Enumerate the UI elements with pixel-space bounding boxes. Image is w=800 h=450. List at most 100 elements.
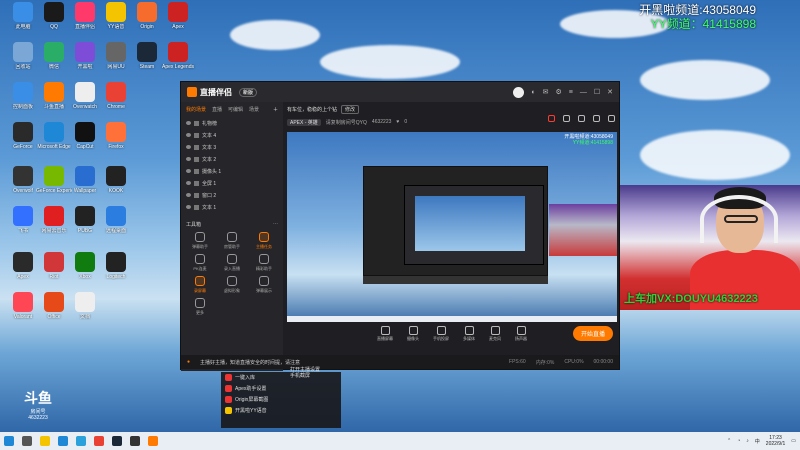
source-row[interactable]: 礼物榜 <box>181 117 283 129</box>
source-row[interactable]: 摄像头 1 <box>181 165 283 177</box>
lock-icon[interactable] <box>194 192 199 198</box>
source-row[interactable]: 全屏 1 <box>181 177 283 189</box>
tool-item[interactable]: 精彩助手 <box>249 254 279 272</box>
search-icon[interactable] <box>22 436 32 446</box>
eye-icon[interactable] <box>186 157 191 161</box>
eye-icon[interactable] <box>186 145 191 149</box>
lock-icon[interactable] <box>194 132 199 138</box>
eye-icon[interactable] <box>186 193 191 197</box>
message-icon[interactable]: ✉ <box>543 88 549 96</box>
desktop-icon[interactable]: 文档 <box>67 292 103 320</box>
record-icon[interactable] <box>548 115 555 122</box>
desktop-icon[interactable]: Firefox <box>98 122 134 150</box>
source-row[interactable]: 文本 4 <box>181 129 283 141</box>
tool-item[interactable]: 虚拟形象 <box>217 276 247 294</box>
douyu-taskbar-icon[interactable] <box>148 436 158 446</box>
popup-item-label: 开黑啦YY语音 <box>235 408 267 414</box>
desktop-icon[interactable]: Apex Legends <box>160 42 196 70</box>
obs-icon[interactable] <box>130 436 140 446</box>
skin-icon[interactable]: ◐ <box>531 89 535 96</box>
tool-label: 录入直播 <box>224 266 240 271</box>
desktop-icon[interactable]: Logitech <box>98 252 134 280</box>
chrome-taskbar-icon[interactable] <box>94 436 104 446</box>
eye-icon[interactable] <box>186 169 191 173</box>
tab-my-scene[interactable]: 我的场景 <box>186 106 206 113</box>
desktop-icon[interactable]: Chrome <box>98 82 134 110</box>
lock-icon[interactable] <box>563 115 570 122</box>
source-row[interactable]: 文本 1 <box>181 201 283 213</box>
screen-capture-button[interactable]: 直播屏幕 <box>377 326 393 342</box>
popup-side-item[interactable]: 手机截屏 <box>290 372 310 379</box>
windows-start-icon[interactable] <box>4 436 14 446</box>
avatar[interactable] <box>513 86 525 98</box>
settings-icon[interactable]: ⚙ <box>555 88 561 96</box>
tool-item[interactable]: 录屏幕 <box>185 276 215 294</box>
minimize-icon[interactable]: — <box>580 89 587 96</box>
media-button[interactable]: 多媒体 <box>463 326 475 342</box>
microphone-button[interactable]: 麦克风 <box>489 326 501 342</box>
eye-icon[interactable] <box>186 205 191 209</box>
tab-scene[interactable]: 场景 <box>249 106 259 113</box>
tab-live[interactable]: 直播 <box>212 106 222 113</box>
input-language[interactable]: 中 <box>755 438 760 445</box>
stream-preview[interactable]: 开黑啦频道:43058049 YY频道:41415898 <box>287 132 617 322</box>
popup-item[interactable]: Origin屏幕截图 <box>221 394 341 405</box>
lock-icon[interactable] <box>194 156 199 162</box>
tool-item[interactable]: 主播任务 <box>249 232 279 250</box>
popup-item[interactable]: 一键入库 <box>221 372 341 383</box>
tool-item[interactable]: PK连麦 <box>185 254 215 272</box>
lock-icon[interactable] <box>194 180 199 186</box>
volume-icon[interactable]: ♪ <box>746 438 749 444</box>
lock-icon[interactable] <box>194 144 199 150</box>
tray-up-icon[interactable]: ⌃ <box>727 438 731 444</box>
close-icon[interactable]: ✕ <box>607 88 613 96</box>
notification-icon[interactable]: ▭ <box>791 438 796 444</box>
lock-icon[interactable] <box>194 168 199 174</box>
screenshot-icon[interactable] <box>578 115 585 122</box>
tool-item[interactable]: 弹幕展示 <box>249 276 279 294</box>
telegram-icon[interactable] <box>76 436 86 446</box>
tool-item[interactable]: 更多 <box>185 298 215 316</box>
desktop-icon[interactable]: KOOK <box>98 166 134 194</box>
live-icon <box>75 2 95 22</box>
bell-icon[interactable] <box>593 115 600 122</box>
tool-item[interactable]: 房管助手 <box>217 232 247 250</box>
live-streaming-app-window[interactable]: 直播伴侣 新版 ◐ ✉ ⚙ ≡ — ☐ ✕ 我的场景 直播 可编辑 场景 ＋ 礼… <box>180 81 620 371</box>
tool-icon <box>259 232 269 242</box>
tool-icon <box>227 254 237 264</box>
camera-button[interactable]: 摄像头 <box>407 326 419 342</box>
capcut-icon <box>75 122 95 142</box>
desktop-icon[interactable]: 远程桌面 <box>98 206 134 234</box>
phone-mirror-button[interactable]: 手机投屏 <box>433 326 449 342</box>
edge-taskbar-icon[interactable] <box>58 436 68 446</box>
edit-title-button[interactable]: 修改 <box>341 104 360 114</box>
tab-editable[interactable]: 可编辑 <box>228 106 243 113</box>
lock-icon[interactable] <box>194 120 199 126</box>
clock[interactable]: 17:23 2022/9/1 <box>766 435 785 447</box>
popup-item-label: 一键入库 <box>235 375 256 381</box>
tool-item[interactable]: 录入直播 <box>217 254 247 272</box>
menu-icon[interactable]: ≡ <box>569 89 573 96</box>
popup-item[interactable]: Apex助手设置 <box>221 383 341 394</box>
desktop-icon[interactable]: Apex <box>160 2 196 30</box>
eye-icon[interactable] <box>186 121 191 125</box>
share-icon[interactable] <box>608 115 615 122</box>
eye-icon[interactable] <box>186 181 191 185</box>
lock-icon[interactable] <box>194 204 199 210</box>
source-row[interactable]: 文本 2 <box>181 153 283 165</box>
maximize-icon[interactable]: ☐ <box>594 88 600 96</box>
steam-taskbar-icon[interactable] <box>112 436 122 446</box>
popup-item[interactable]: 开黑啦YY语音 <box>221 405 341 416</box>
network-icon[interactable]: ◔ <box>737 438 740 444</box>
toolbox-more-icon[interactable]: ⋯ <box>273 221 278 228</box>
file-explorer-icon[interactable] <box>40 436 50 446</box>
category-tag[interactable]: APEX - 英雄 <box>287 118 321 126</box>
speaker-button[interactable]: 扬声器 <box>515 326 527 342</box>
source-row[interactable]: 文本 3 <box>181 141 283 153</box>
eye-icon[interactable] <box>186 133 191 137</box>
source-row[interactable]: 窗口 2 <box>181 189 283 201</box>
tool-item[interactable]: 弹幕助手 <box>185 232 215 250</box>
version-badge[interactable]: 新版 <box>239 87 258 97</box>
add-scene-icon[interactable]: ＋ <box>273 106 278 113</box>
start-live-button[interactable]: 开始直播 <box>572 326 613 341</box>
